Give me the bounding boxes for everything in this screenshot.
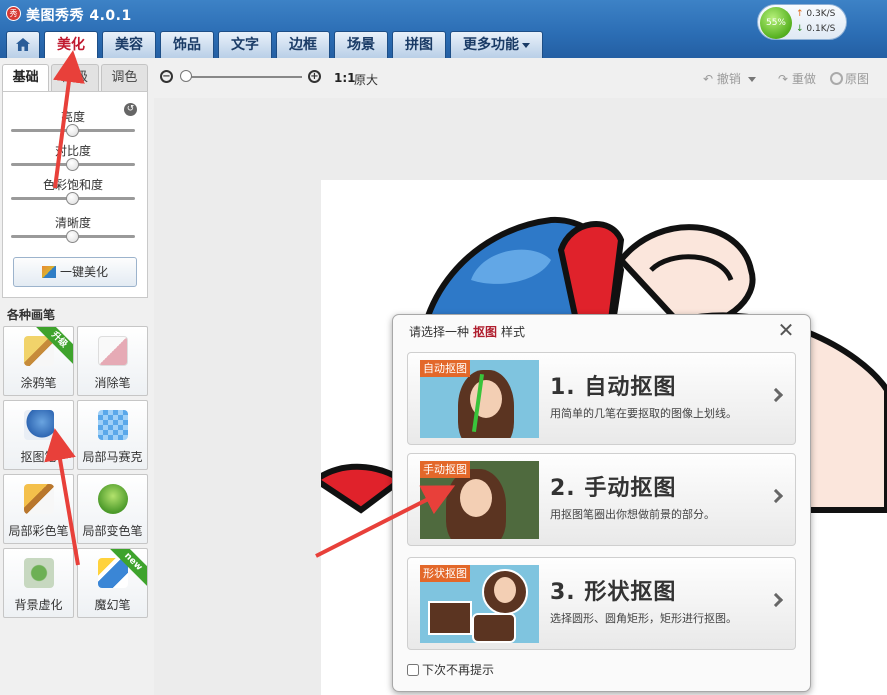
- saturation-slider[interactable]: 色彩饱和度: [3, 176, 149, 210]
- slider-knob[interactable]: [66, 230, 79, 243]
- auto-cutout-title: 1. 自动抠图: [550, 375, 677, 400]
- tab-text[interactable]: 文字: [218, 31, 272, 58]
- auto-cutout-option[interactable]: 自动抠图 1. 自动抠图 用简单的几笔在要抠取的图像上划线。: [407, 352, 796, 445]
- download-arrow-icon: ↓: [796, 24, 804, 34]
- chevron-down-icon[interactable]: [747, 77, 756, 82]
- slider-knob[interactable]: [66, 124, 79, 137]
- original-image-icon: [830, 72, 843, 85]
- chevron-down-icon: [522, 42, 530, 48]
- app-logo-icon: 秀: [6, 6, 21, 21]
- network-usage-badge: 55%: [760, 7, 792, 39]
- auto-cutout-desc: 用简单的几笔在要抠取的图像上划线。: [550, 407, 737, 420]
- shape-cutout-title: 3. 形状抠图: [550, 580, 677, 605]
- undo-button[interactable]: ↶ 撤销: [703, 70, 756, 87]
- main-nav: 美化 美容 饰品 文字 边框 场景 拼图 更多功能: [6, 31, 543, 59]
- upload-arrow-icon: ↑: [796, 9, 804, 19]
- subtab-color[interactable]: 调色: [100, 64, 148, 92]
- auto-cutout-tag: 自动抠图: [420, 360, 470, 377]
- canvas-toolbar: − + 1:1 原大 ↶ 撤销 ↷ 重做 原图: [154, 58, 887, 98]
- left-panel: 基础 高级 调色 ↺ 亮度 对比度 色彩饱和度 清晰度 一键美化 各种画笔 涂鸦…: [0, 58, 154, 695]
- eraser-icon: [97, 336, 128, 366]
- brightness-label: 亮度: [60, 110, 85, 124]
- subtab-advanced[interactable]: 高级: [51, 64, 99, 92]
- eraser-brush-button[interactable]: 消除笔: [77, 326, 148, 396]
- close-icon[interactable]: ✕: [776, 320, 796, 340]
- tab-beauty[interactable]: 美容: [102, 31, 156, 58]
- zoom-slider-knob[interactable]: [180, 70, 192, 82]
- one-click-beautify-label: 一键美化: [59, 265, 108, 279]
- background-blur-button[interactable]: 背景虚化: [3, 548, 74, 618]
- chevron-right-icon: [768, 592, 784, 608]
- tab-beautify[interactable]: 美化: [44, 31, 98, 59]
- download-speed: 0.1K/S: [806, 24, 836, 34]
- blur-icon: [23, 558, 54, 588]
- subtab-basic[interactable]: 基础: [2, 64, 50, 92]
- app-title: 美图秀秀 4.0.1: [26, 8, 132, 24]
- dont-show-again-label: 下次不再提示: [422, 663, 495, 677]
- color-change-brush-button[interactable]: 局部变色笔: [77, 474, 148, 544]
- shape-cutout-desc: 选择圆形、圆角矩形，矩形进行抠图。: [550, 612, 737, 625]
- cutout-brush-button[interactable]: 抠图笔: [3, 400, 74, 470]
- sharpness-slider[interactable]: 清晰度: [3, 214, 149, 248]
- color-brush-icon: [23, 484, 54, 514]
- manual-cutout-tag: 手动抠图: [420, 461, 470, 478]
- original-size-label[interactable]: 原大: [354, 71, 378, 88]
- sharpness-label: 清晰度: [54, 216, 91, 230]
- contrast-slider[interactable]: 对比度: [3, 142, 149, 176]
- magic-brush-button[interactable]: 魔幻笔 new: [77, 548, 148, 618]
- zoom-in-icon[interactable]: +: [308, 70, 321, 83]
- contrast-label: 对比度: [54, 144, 91, 158]
- mosaic-icon: [97, 410, 128, 440]
- undo-icon: ↶: [703, 72, 714, 86]
- local-color-brush-button[interactable]: 局部彩色笔: [3, 474, 74, 544]
- adjust-subtabs: 基础 高级 调色: [2, 64, 148, 92]
- doodle-brush-button[interactable]: 涂鸦笔 升级: [3, 326, 74, 396]
- manual-cutout-title: 2. 手动抠图: [550, 476, 677, 501]
- zoom-out-icon[interactable]: −: [160, 70, 173, 83]
- redo-icon: ↷: [778, 72, 789, 86]
- home-icon: [16, 38, 30, 51]
- manual-cutout-desc: 用抠图笔圈出你想做前景的部分。: [550, 508, 715, 521]
- network-speed-widget[interactable]: 55% ↑ 0.3K/S ↓ 0.1K/S: [757, 4, 847, 40]
- cutout-pen-icon: [23, 410, 54, 440]
- title-bar: 秀 美图秀秀 4.0.1 美化 美容 饰品 文字 边框 场景 拼图 更多功能 5…: [0, 0, 887, 59]
- tab-frames[interactable]: 边框: [276, 31, 330, 58]
- tab-scenes[interactable]: 场景: [334, 31, 388, 58]
- redo-button[interactable]: ↷ 重做: [778, 70, 816, 87]
- auto-cutout-thumbnail: 自动抠图: [420, 360, 539, 438]
- shape-cutout-thumbnail: 形状抠图: [420, 565, 539, 643]
- dont-show-again-checkbox[interactable]: [407, 664, 419, 676]
- magic-wand-icon: [41, 266, 56, 278]
- one-click-beautify-button[interactable]: 一键美化: [13, 257, 137, 287]
- slider-knob[interactable]: [66, 158, 79, 171]
- tab-collage[interactable]: 拼图: [392, 31, 446, 58]
- color-change-icon: [97, 484, 128, 514]
- original-image-button[interactable]: 原图: [830, 70, 869, 87]
- tab-more-functions[interactable]: 更多功能: [450, 31, 543, 58]
- saturation-label: 色彩饱和度: [42, 178, 103, 192]
- actual-size-button[interactable]: 1:1: [334, 71, 356, 85]
- zoom-slider[interactable]: [182, 76, 302, 78]
- slider-knob[interactable]: [66, 192, 79, 205]
- dialog-title: 请选择一种 抠图 样式: [409, 325, 526, 339]
- tab-accessories[interactable]: 饰品: [160, 31, 214, 58]
- shape-cutout-tag: 形状抠图: [420, 565, 470, 582]
- cutout-style-dialog: 请选择一种 抠图 样式 ✕ 自动抠图 1. 自动抠图 用简单的几笔在要抠取的图像上划…: [392, 314, 811, 692]
- more-functions-label: 更多功能: [463, 37, 519, 53]
- upload-speed: 0.3K/S: [806, 9, 836, 19]
- shape-cutout-option[interactable]: 形状抠图 3. 形状抠图 选择圆形、圆角矩形，矩形进行抠图。: [407, 557, 796, 650]
- manual-cutout-option[interactable]: 手动抠图 2. 手动抠图 用抠图笔圈出你想做前景的部分。: [407, 453, 796, 546]
- mosaic-brush-button[interactable]: 局部马赛克: [77, 400, 148, 470]
- adjust-panel: ↺ 亮度 对比度 色彩饱和度 清晰度 一键美化: [2, 91, 148, 298]
- chevron-right-icon: [768, 488, 784, 504]
- home-tab[interactable]: [6, 31, 40, 58]
- chevron-right-icon: [768, 387, 784, 403]
- brushes-section-title: 各种画笔: [7, 308, 56, 322]
- dont-show-again[interactable]: 下次不再提示: [407, 661, 494, 678]
- manual-cutout-thumbnail: 手动抠图: [420, 461, 539, 539]
- brightness-slider[interactable]: 亮度: [3, 108, 149, 142]
